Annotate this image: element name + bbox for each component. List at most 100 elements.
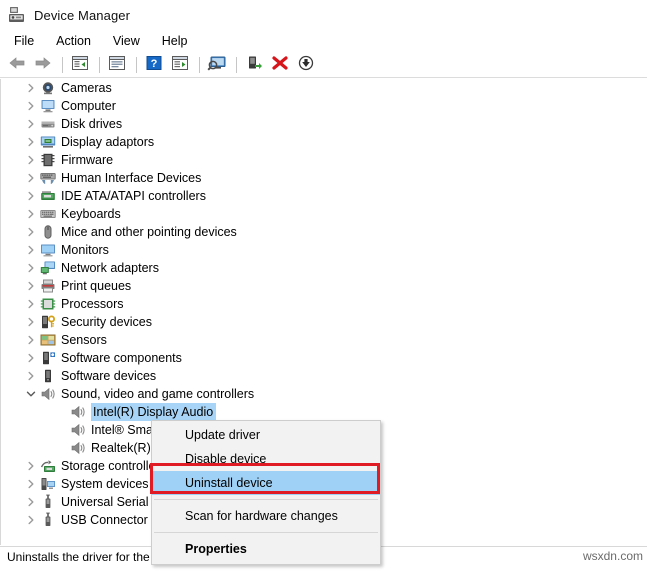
tree-item-label: System devices bbox=[61, 477, 149, 491]
tree-item-software-devices[interactable]: Software devices bbox=[1, 367, 647, 385]
bottom-clipped-strip bbox=[0, 566, 647, 572]
chevron-right-icon[interactable] bbox=[23, 475, 39, 493]
show-hide-console-tree-icon bbox=[71, 55, 89, 74]
chevron-right-icon[interactable] bbox=[23, 511, 39, 529]
tree-item-security-devices[interactable]: Security devices bbox=[1, 313, 647, 331]
title-bar: Device Manager bbox=[0, 0, 647, 30]
context-menu-item-uninstall-device[interactable]: Uninstall device bbox=[152, 471, 380, 495]
context-menu-item-label: Disable device bbox=[185, 452, 267, 466]
menu-help[interactable]: Help bbox=[156, 32, 198, 50]
toolbar-update-driver-button[interactable] bbox=[168, 54, 192, 76]
chevron-right-icon[interactable] bbox=[23, 205, 39, 223]
mouse-icon bbox=[39, 224, 57, 240]
chevron-right-icon[interactable] bbox=[23, 169, 39, 187]
tree-item-label: Disk drives bbox=[61, 117, 123, 131]
computer-icon bbox=[39, 98, 57, 114]
context-menu-item-disable-device[interactable]: Disable device bbox=[152, 447, 380, 471]
context-menu-item-label: Properties bbox=[185, 542, 247, 556]
context-menu-item-update-driver[interactable]: Update driver bbox=[152, 423, 380, 447]
chevron-right-icon[interactable] bbox=[23, 277, 39, 295]
toolbar-scan-hardware-button[interactable] bbox=[205, 54, 229, 76]
software-device-icon bbox=[39, 368, 57, 384]
update-driver-icon bbox=[171, 55, 189, 74]
chevron-right-icon[interactable] bbox=[23, 79, 39, 97]
tree-item-label: Network adapters bbox=[61, 261, 159, 275]
menu-file[interactable]: File bbox=[8, 32, 44, 50]
menu-view[interactable]: View bbox=[107, 32, 150, 50]
tree-item-firmware[interactable]: Firmware bbox=[1, 151, 647, 169]
tree-item-display-adaptors[interactable]: Display adaptors bbox=[1, 133, 647, 151]
properties-icon bbox=[108, 55, 126, 74]
context-menu[interactable]: Update driver Disable device Uninstall dev… bbox=[151, 420, 381, 565]
tree-item-intel-r-display-audio[interactable]: Intel(R) Display Audio bbox=[1, 403, 647, 421]
tree-item-mice-and-other-pointing-devices[interactable]: Mice and other pointing devices bbox=[1, 223, 647, 241]
chevron-right-icon[interactable] bbox=[23, 457, 39, 475]
tree-item-label: Mice and other pointing devices bbox=[61, 225, 237, 239]
toolbar-separator bbox=[136, 56, 137, 73]
tree-item-print-queues[interactable]: Print queues bbox=[1, 277, 647, 295]
tree-item-disk-drives[interactable]: Disk drives bbox=[1, 115, 647, 133]
tree-item-label: IDE ATA/ATAPI controllers bbox=[61, 189, 206, 203]
menu-action[interactable]: Action bbox=[50, 32, 101, 50]
tree-item-ide-ata-atapi-controllers[interactable]: IDE ATA/ATAPI controllers bbox=[1, 187, 647, 205]
software-component-icon bbox=[39, 350, 57, 366]
tree-item-sound-video-and-game-controllers[interactable]: Sound, video and game controllers bbox=[1, 385, 647, 403]
toolbar-back-button[interactable] bbox=[5, 54, 29, 76]
tree-item-processors[interactable]: Processors bbox=[1, 295, 647, 313]
toolbar-uninstall-device-button[interactable] bbox=[268, 54, 292, 76]
toolbar-disable-device-button[interactable] bbox=[294, 54, 318, 76]
camera-icon bbox=[39, 80, 57, 96]
toolbar-separator bbox=[199, 56, 200, 73]
chevron-right-icon[interactable] bbox=[23, 259, 39, 277]
toolbar-properties-button[interactable] bbox=[105, 54, 129, 76]
toolbar-console-tree-button[interactable] bbox=[68, 54, 92, 76]
tree-item-monitors[interactable]: Monitors bbox=[1, 241, 647, 259]
chevron-right-icon[interactable] bbox=[23, 223, 39, 241]
chevron-right-icon[interactable] bbox=[23, 367, 39, 385]
chevron-right-icon[interactable] bbox=[23, 331, 39, 349]
disable-device-icon bbox=[297, 55, 315, 74]
hid-icon bbox=[39, 170, 57, 186]
display-adapter-icon bbox=[39, 134, 57, 150]
speaker-icon bbox=[39, 386, 57, 402]
uninstall-device-icon bbox=[271, 55, 289, 74]
tree-item-label: Processors bbox=[61, 297, 124, 311]
chevron-right-icon[interactable] bbox=[23, 493, 39, 511]
device-manager-icon bbox=[8, 6, 26, 24]
sensor-icon bbox=[39, 332, 57, 348]
chevron-right-icon[interactable] bbox=[23, 115, 39, 133]
usb-icon bbox=[39, 494, 57, 510]
toolbar-enable-device-button[interactable] bbox=[242, 54, 266, 76]
chevron-right-icon[interactable] bbox=[23, 187, 39, 205]
tree-item-label: Computer bbox=[61, 99, 116, 113]
chevron-right-icon[interactable] bbox=[23, 349, 39, 367]
usb-icon bbox=[39, 512, 57, 528]
window-title: Device Manager bbox=[34, 7, 131, 23]
tree-item-label: Monitors bbox=[61, 243, 109, 257]
speaker-icon bbox=[69, 440, 87, 456]
back-arrow-icon bbox=[8, 55, 26, 74]
tree-item-computer[interactable]: Computer bbox=[1, 97, 647, 115]
toolbar-help-button[interactable]: ? bbox=[142, 54, 166, 76]
chevron-right-icon[interactable] bbox=[23, 241, 39, 259]
chevron-right-icon[interactable] bbox=[23, 295, 39, 313]
chevron-right-icon[interactable] bbox=[23, 313, 39, 331]
chevron-down-icon[interactable] bbox=[23, 385, 39, 403]
context-menu-item-scan-for-hardware-changes[interactable]: Scan for hardware changes bbox=[152, 504, 380, 528]
tree-item-label: Intel(R) Display Audio bbox=[91, 403, 217, 421]
tree-item-cameras[interactable]: Cameras bbox=[1, 79, 647, 97]
monitor-icon bbox=[39, 242, 57, 258]
tree-item-network-adapters[interactable]: Network adapters bbox=[1, 259, 647, 277]
chevron-right-icon[interactable] bbox=[23, 151, 39, 169]
chevron-right-icon[interactable] bbox=[23, 133, 39, 151]
tree-item-human-interface-devices[interactable]: Human Interface Devices bbox=[1, 169, 647, 187]
tree-item-keyboards[interactable]: Keyboards bbox=[1, 205, 647, 223]
tree-item-sensors[interactable]: Sensors bbox=[1, 331, 647, 349]
tree-item-software-components[interactable]: Software components bbox=[1, 349, 647, 367]
context-menu-item-properties[interactable]: Properties bbox=[152, 537, 380, 561]
tree-item-label: Human Interface Devices bbox=[61, 171, 202, 185]
tree-item-label: Cameras bbox=[61, 81, 112, 95]
toolbar-forward-button[interactable] bbox=[31, 54, 55, 76]
chevron-right-icon[interactable] bbox=[23, 97, 39, 115]
